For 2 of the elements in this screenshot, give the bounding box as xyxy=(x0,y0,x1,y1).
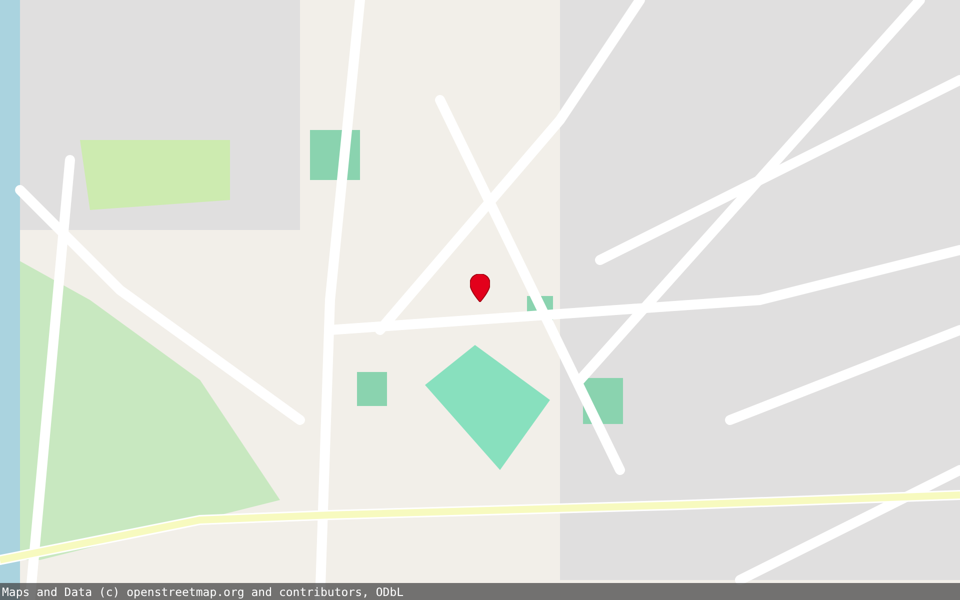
attribution-text: Maps and Data (c) openstreetmap.org and contributors, ODbL xyxy=(2,584,404,598)
map-pin-icon[interactable] xyxy=(470,274,490,302)
